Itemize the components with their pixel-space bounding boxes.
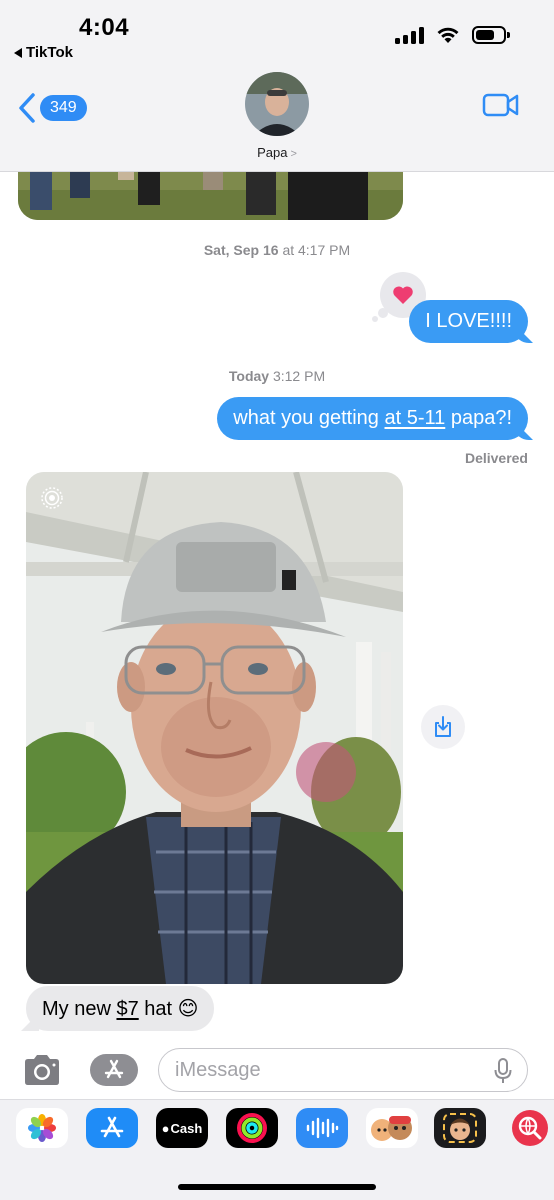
avatar-photo — [245, 72, 309, 136]
contact-avatar[interactable] — [245, 72, 309, 136]
timestamp-today: Today 3:12 PM — [0, 368, 554, 384]
back-button[interactable]: 349 — [18, 92, 87, 124]
audio-message-app-icon[interactable] — [296, 1108, 348, 1148]
facetime-video-icon[interactable] — [482, 92, 520, 118]
chevron-right-icon: > — [290, 148, 297, 160]
back-app-label: TikTok — [26, 44, 73, 61]
contact-name[interactable]: Papa > — [0, 145, 554, 160]
timestamp-day: Sat, Sep 16 — [203, 242, 279, 258]
message-text: hat 😊 — [138, 998, 199, 1020]
delivered-status: Delivered — [464, 450, 528, 466]
status-time: 4:04 — [79, 14, 130, 41]
save-photo-button[interactable] — [421, 705, 465, 749]
contact-name-label: Papa — [257, 145, 288, 160]
timestamp-day: Today — [228, 368, 270, 384]
activity-app-icon[interactable] — [226, 1108, 278, 1148]
timestamp-time: at 4:17 PM — [282, 242, 351, 258]
status-icons — [395, 26, 510, 44]
back-triangle-icon — [14, 47, 22, 58]
apple-cash-app-icon[interactable]: ● Cash — [156, 1108, 208, 1148]
app-store-icon — [104, 1059, 124, 1079]
download-icon — [435, 716, 451, 737]
app-store-apps-button[interactable] — [90, 1054, 138, 1086]
apple-cash-label: Cash — [170, 1120, 203, 1136]
tapback-tail-dot — [372, 316, 378, 322]
app-store-a-icon — [100, 1116, 124, 1138]
heart-icon — [393, 286, 413, 304]
message-text: I LOVE!!!! — [425, 310, 512, 332]
globe-search-icon — [512, 1110, 548, 1146]
outgoing-message[interactable]: I LOVE!!!! — [409, 300, 528, 343]
live-photo-icon[interactable] — [40, 486, 64, 510]
battery-icon — [472, 26, 510, 44]
incoming-message[interactable]: My new $7 hat 😊 — [26, 986, 215, 1031]
message-text: My new — [42, 998, 117, 1020]
timestamp-time: 3:12 PM — [272, 368, 326, 384]
outgoing-message[interactable]: what you getting at 5-11 papa?! — [217, 397, 528, 440]
back-to-app-link[interactable]: TikTok — [14, 44, 73, 61]
memoji-face-icon — [443, 1113, 477, 1143]
microphone-icon[interactable] — [494, 1058, 512, 1084]
photos-flower-icon — [28, 1114, 56, 1142]
detected-money-link[interactable]: $7 — [116, 998, 138, 1020]
cellular-signal-icon — [395, 26, 424, 44]
waveform-icon — [306, 1117, 339, 1139]
photos-app-icon[interactable] — [16, 1108, 68, 1148]
incoming-photo-message[interactable] — [26, 472, 403, 984]
message-text: papa?! — [445, 407, 512, 429]
activity-rings-icon — [237, 1113, 267, 1143]
camera-icon[interactable] — [22, 1052, 62, 1088]
apple-logo-icon: ● — [161, 1120, 170, 1136]
imessage-input[interactable] — [158, 1048, 528, 1092]
memoji-stickers-app-icon[interactable] — [366, 1108, 418, 1148]
chevron-left-icon — [19, 93, 35, 123]
message-text: what you getting — [233, 407, 385, 429]
conversation-header: 4:04 TikTok 349 Papa > — [0, 0, 554, 172]
unread-count-badge: 349 — [40, 95, 87, 121]
app-store-app-icon[interactable] — [86, 1108, 138, 1148]
image-search-app-icon[interactable] — [504, 1108, 554, 1148]
timestamp-sep-16: Sat, Sep 16 at 4:17 PM — [0, 242, 554, 258]
detected-date-link[interactable]: at 5-11 — [384, 407, 445, 429]
selfie-photo — [26, 472, 403, 984]
memoji-stickers-icon — [371, 1116, 412, 1141]
wifi-icon — [437, 27, 459, 43]
memoji-app-icon[interactable] — [434, 1108, 486, 1148]
home-indicator[interactable] — [178, 1184, 376, 1190]
